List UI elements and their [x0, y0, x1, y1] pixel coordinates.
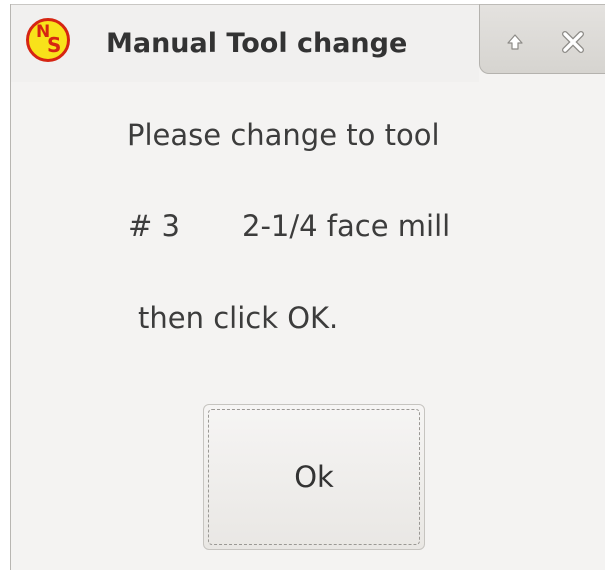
tool-change-dialog: N S Manual Tool change Please change to …: [10, 4, 605, 570]
close-icon: [562, 31, 584, 53]
message-line-3: then click OK.: [138, 301, 339, 335]
message-line-1: Please change to tool: [127, 118, 440, 152]
restore-button[interactable]: [499, 26, 531, 58]
arrow-up-icon: [507, 34, 523, 50]
tool-description: 2-1/4 face mill: [242, 209, 451, 243]
ok-button[interactable]: Ok: [203, 404, 425, 550]
logo-letter-s: S: [47, 33, 62, 57]
ok-button-label: Ok: [208, 409, 420, 545]
ns-logo-icon: N S: [26, 18, 70, 62]
title-bar[interactable]: N S Manual Tool change: [11, 4, 605, 82]
tool-number: # 3: [128, 209, 180, 243]
close-button[interactable]: [557, 26, 589, 58]
window-title: Manual Tool change: [106, 28, 408, 59]
